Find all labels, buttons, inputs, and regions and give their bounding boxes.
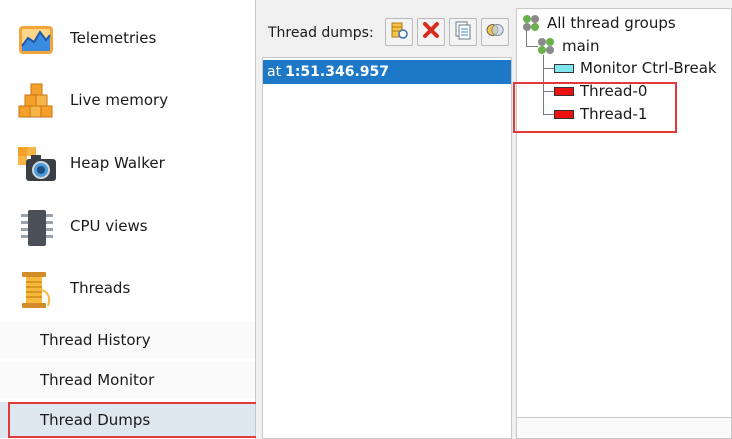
- sidebar-item-label: Live memory: [70, 91, 169, 109]
- take-dump-button[interactable]: [385, 18, 413, 46]
- sidebar-subitem-thread-monitor[interactable]: Thread Monitor: [0, 362, 255, 398]
- sidebar-item-threads[interactable]: Threads: [0, 258, 255, 318]
- tree-connector: [526, 31, 527, 46]
- highlight-frame: [513, 82, 677, 133]
- sidebar-subitem-thread-history[interactable]: Thread History: [0, 322, 255, 358]
- dump-time: 1:51.346.957: [285, 64, 389, 80]
- delete-dump-button[interactable]: [417, 18, 445, 46]
- compare-icon: [485, 20, 505, 44]
- tree-node-all-groups[interactable]: All thread groups: [521, 14, 676, 32]
- sidebar-item-label: Heap Walker: [70, 154, 165, 172]
- tree-node-main[interactable]: main: [536, 37, 599, 55]
- delete-icon: [421, 20, 441, 44]
- thread-group-icon: [521, 14, 541, 32]
- sidebar-item-label: Telemetries: [70, 29, 157, 47]
- thread-dumps-panel: Thread dumps: at 1:51.346.957: [256, 0, 514, 439]
- thread-dumps-label: Thread dumps:: [268, 25, 374, 41]
- tree-node-label: main: [562, 37, 600, 55]
- thread-tree-panel[interactable]: All thread groups main Monitor Ctrl-Brea…: [516, 8, 732, 439]
- take-dump-icon: [389, 20, 409, 44]
- dump-prefix: at: [267, 64, 282, 80]
- sidebar-item-live-memory[interactable]: Live memory: [0, 70, 255, 130]
- compare-dumps-button[interactable]: [481, 18, 509, 46]
- tree-node-thread[interactable]: Monitor Ctrl-Break: [554, 59, 717, 77]
- tree-connector: [543, 68, 554, 69]
- sidebar-item-label: CPU views: [70, 217, 148, 235]
- thread-group-icon: [536, 37, 556, 55]
- sidebar-item-cpu-views[interactable]: CPU views: [0, 196, 255, 256]
- tree-node-label: All thread groups: [547, 14, 676, 32]
- sidebar-subitem-label: Thread History: [40, 331, 151, 349]
- sidebar-item-telemetries[interactable]: Telemetries: [0, 8, 255, 68]
- highlight-frame: [8, 402, 258, 438]
- copy-icon: [453, 20, 473, 44]
- threads-icon: [16, 270, 58, 310]
- thread-dump-list[interactable]: at 1:51.346.957: [262, 57, 512, 439]
- sidebar-subitem-label: Thread Monitor: [40, 371, 155, 389]
- tree-panel-footer: [517, 417, 731, 438]
- tree-node-label: Monitor Ctrl-Break: [580, 59, 717, 77]
- sidebar: Telemetries Live memory Heap Walker CPU …: [0, 0, 256, 439]
- sidebar-item-heap-walker[interactable]: Heap Walker: [0, 133, 255, 193]
- sidebar-item-label: Threads: [70, 279, 131, 297]
- copy-dump-button[interactable]: [449, 18, 477, 46]
- thread-state-icon: [554, 63, 574, 73]
- heap-walker-icon: [16, 145, 58, 185]
- list-item[interactable]: at 1:51.346.957: [263, 60, 511, 84]
- live-memory-icon: [16, 82, 58, 122]
- cpu-views-icon: [16, 208, 58, 248]
- telemetries-icon: [16, 20, 58, 60]
